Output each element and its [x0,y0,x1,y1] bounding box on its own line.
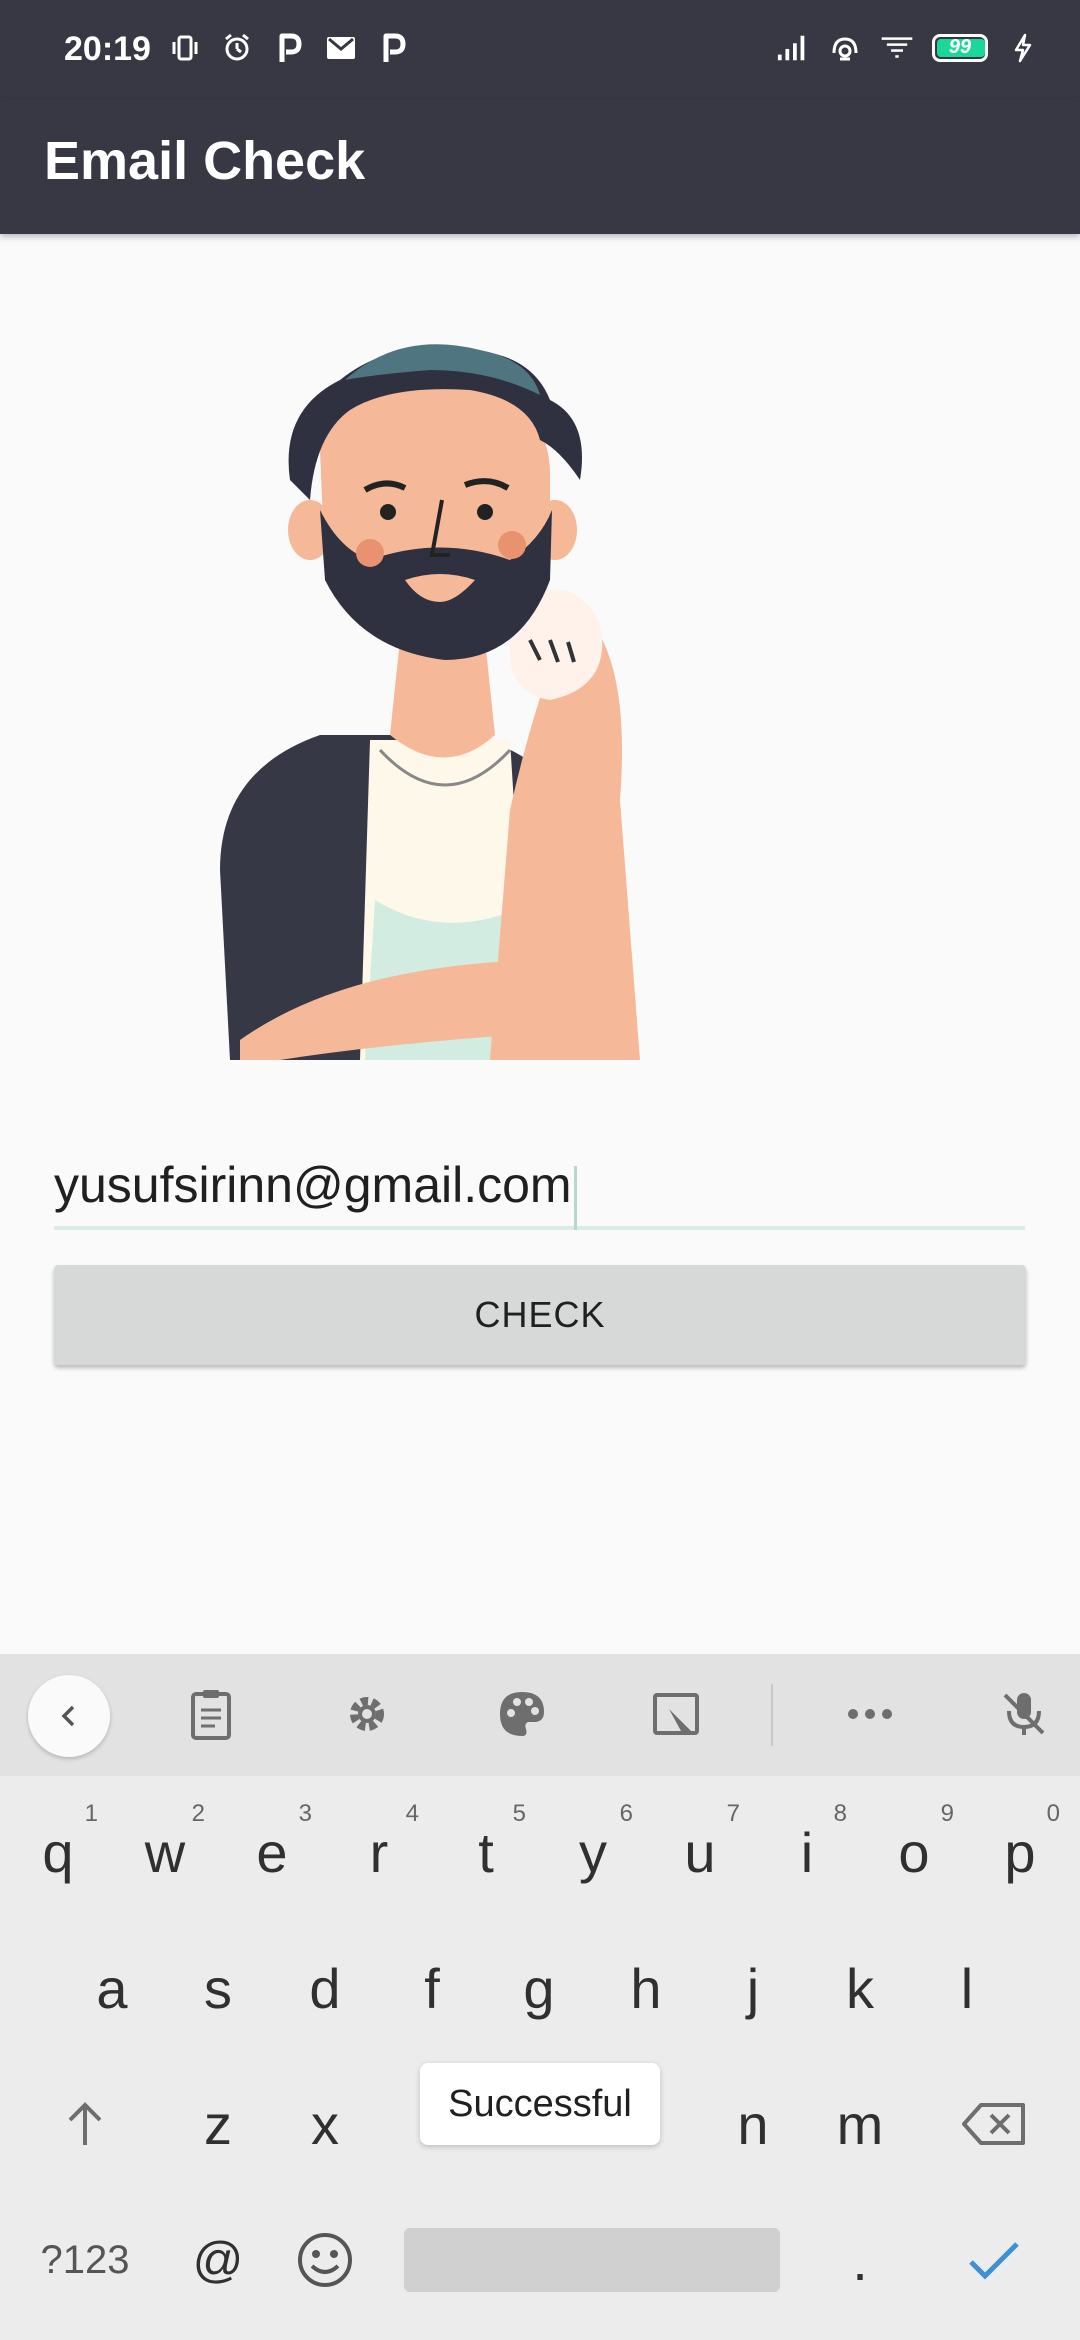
key-h[interactable]: h [596,1928,696,2048]
key-label: o [898,1820,930,1884]
key-s[interactable]: s [168,1928,268,2048]
status-bar: 20:19 99 [0,0,1080,100]
emoji-icon [298,2233,352,2287]
key-g[interactable]: g [489,1928,589,2048]
key-j[interactable]: j [703,1928,803,2048]
thinking-man-illustration [210,340,690,1060]
key-m[interactable]: m [810,2064,910,2184]
key-label: w [144,1820,186,1884]
page-title: Email Check [44,131,366,191]
key-hint: 0 [1046,1800,1060,1827]
more-icon[interactable] [840,1684,900,1744]
checkmark-icon [969,2242,1019,2280]
key-label: q [42,1820,74,1884]
key-r[interactable]: r4 [329,1792,429,1912]
key-label: e [256,1820,288,1884]
key-n[interactable]: n [703,2064,803,2184]
key-q[interactable]: q1 [8,1792,108,1912]
key-a[interactable]: a [62,1928,162,2048]
email-field[interactable]: yusufsirinn@gmail.com [54,1140,1025,1230]
email-input-value: yusufsirinn@gmail.com [54,1157,572,1213]
space-key[interactable] [404,2228,780,2292]
hotspot-icon [828,30,862,66]
symbols-key[interactable]: ?123 [35,2200,135,2320]
key-label: u [684,1820,716,1884]
battery-level: 99 [948,36,972,58]
shift-key[interactable] [35,2064,135,2184]
app-bar: Email Check [0,100,1080,234]
key-hint: 9 [940,1800,954,1827]
wifi-icon [880,30,914,66]
soft-keyboard: q1 w2 e3 r4 t5 y6 u7 i8 o9 p0 a s d f g … [0,1654,1080,2340]
key-o[interactable]: o9 [864,1792,964,1912]
key-label: t [478,1820,494,1884]
toast-message: Successful [420,2063,660,2145]
notification-icons [168,30,410,66]
key-t[interactable]: t5 [436,1792,536,1912]
key-z[interactable]: z [168,2064,268,2184]
key-hint: 7 [726,1800,740,1827]
key-label: r [369,1820,389,1884]
text-cursor [573,1165,577,1230]
shift-icon [68,2102,102,2145]
keyboard-toolbar [0,1654,1080,1776]
vibrate-icon [168,30,202,66]
key-e[interactable]: e3 [222,1792,322,1912]
key-d[interactable]: d [275,1928,375,2048]
key-l[interactable]: l [917,1928,1017,2048]
resize-icon[interactable] [646,1684,706,1744]
key-label: p [1004,1820,1036,1884]
key-hint: 2 [191,1800,205,1827]
key-u[interactable]: u7 [650,1792,750,1912]
period-key[interactable]: . [810,2200,910,2320]
backspace-icon [962,2103,1025,2145]
at-key[interactable]: @ [168,2200,268,2320]
key-x[interactable]: x [275,2064,375,2184]
key-label: i [800,1820,814,1884]
key-hint: 4 [405,1800,419,1827]
palette-icon[interactable] [492,1684,552,1744]
backspace-key[interactable] [944,2064,1044,2184]
parking-p-icon [272,30,306,66]
key-hint: 5 [512,1800,526,1827]
key-f[interactable]: f [382,1928,482,2048]
gear-icon[interactable] [337,1684,397,1744]
enter-key[interactable] [944,2200,1044,2320]
emoji-key[interactable] [275,2200,375,2320]
key-hint: 6 [619,1800,633,1827]
key-p[interactable]: p0 [970,1792,1070,1912]
battery-icon: 99 [932,34,988,62]
key-hint: 8 [833,1800,847,1827]
back-icon[interactable] [28,1675,110,1757]
key-label: y [579,1820,607,1884]
clipboard-icon[interactable] [181,1684,241,1744]
status-time: 20:19 [64,30,151,68]
gmail-icon [324,30,358,66]
signal-icon [776,30,810,66]
charging-icon [1006,30,1040,66]
alarm-icon [220,30,254,66]
parking-p-icon [376,30,410,66]
system-icons: 99 [776,30,1040,66]
key-k[interactable]: k [810,1928,910,2048]
mic-off-icon[interactable] [994,1684,1054,1744]
toolbar-divider [771,1684,773,1746]
key-y[interactable]: y6 [543,1792,643,1912]
key-hint: 3 [298,1800,312,1827]
key-hint: 1 [84,1800,98,1827]
check-button[interactable]: CHECK [54,1265,1026,1365]
key-i[interactable]: i8 [757,1792,857,1912]
key-w[interactable]: w2 [115,1792,215,1912]
